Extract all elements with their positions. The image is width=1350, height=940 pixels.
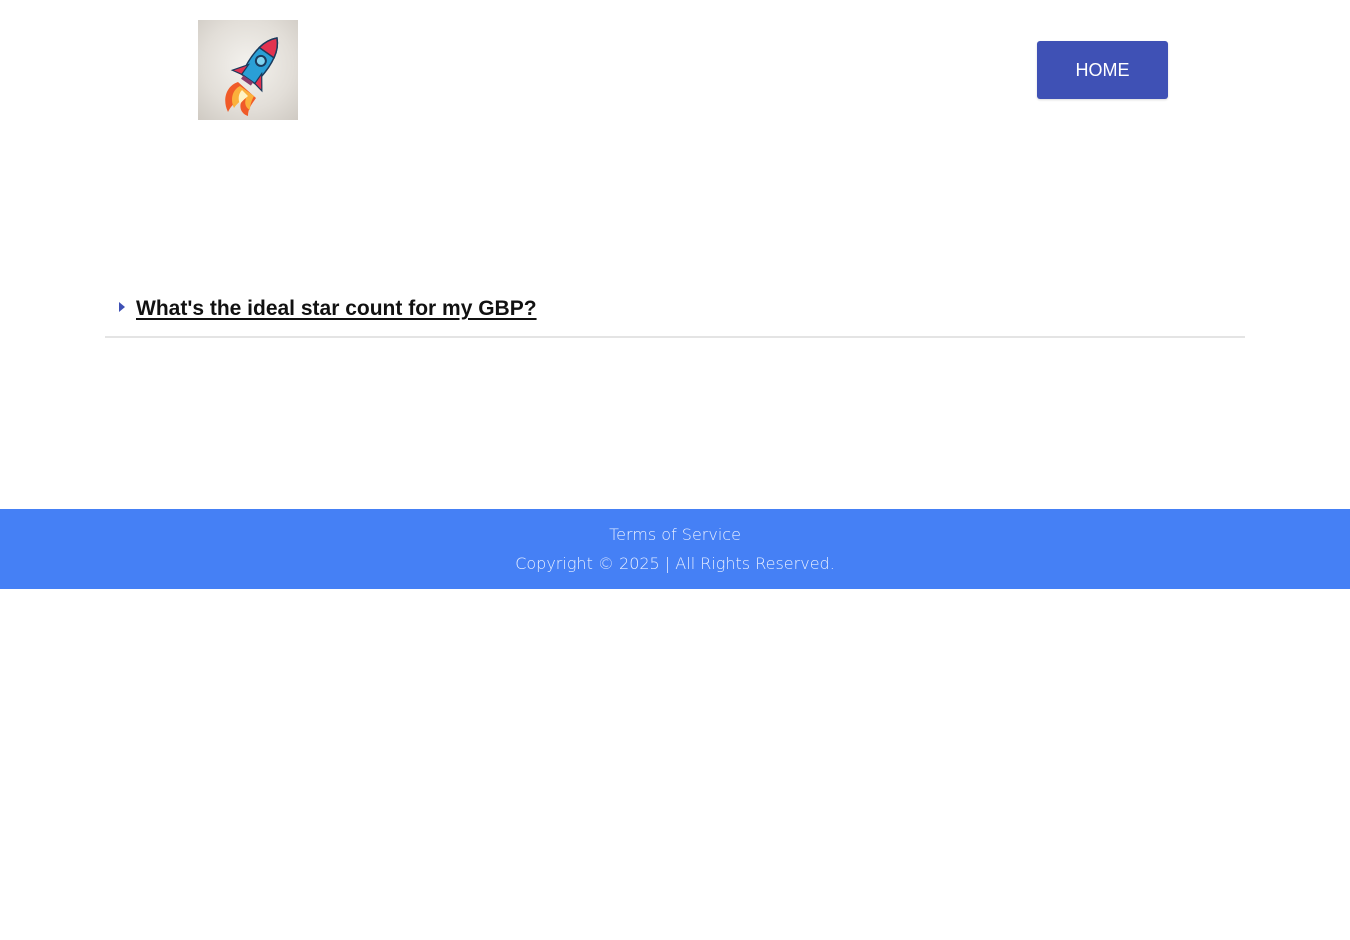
copyright-text: Copyright © 2025 | All Rights Reserved.: [515, 554, 835, 573]
footer: Terms of Service Copyright © 2025 | All …: [0, 509, 1350, 589]
home-button[interactable]: HOME: [1037, 41, 1168, 99]
faq-item[interactable]: What's the ideal star count for my GBP?: [105, 288, 1245, 338]
faq-question[interactable]: What's the ideal star count for my GBP?: [136, 297, 537, 321]
terms-of-service-link[interactable]: Terms of Service: [0, 525, 1350, 544]
page: HOME What's the ideal star count for my …: [0, 0, 1350, 940]
caret-right-icon[interactable]: [119, 302, 125, 312]
rocket-icon: [225, 37, 279, 116]
site-logo[interactable]: [198, 20, 298, 120]
